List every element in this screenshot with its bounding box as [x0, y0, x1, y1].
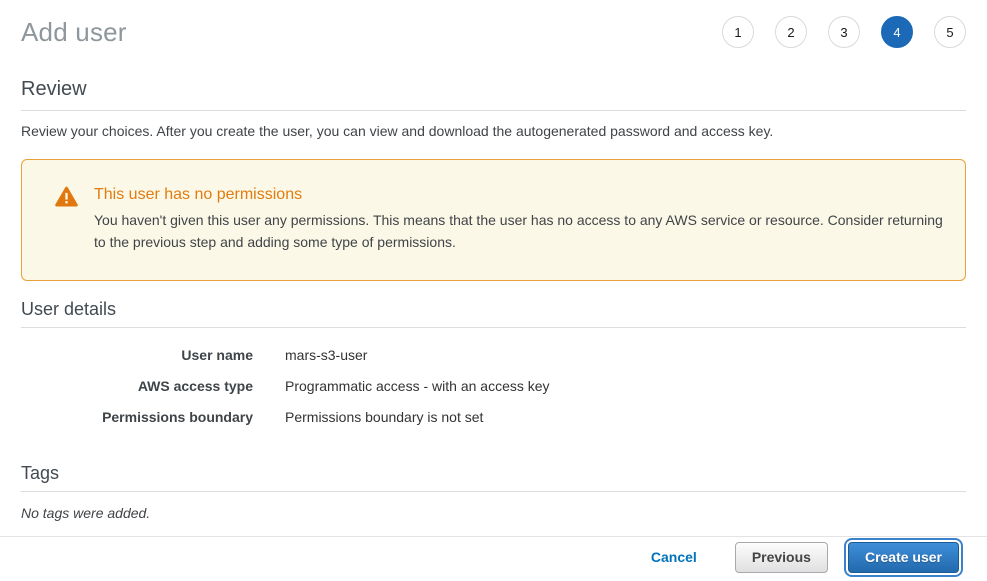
tags-empty-message: No tags were added.	[21, 505, 966, 521]
detail-value: mars-s3-user	[253, 347, 367, 364]
no-permissions-warning-box: This user has no permissions You haven't…	[21, 159, 966, 281]
create-user-button[interactable]: Create user	[848, 542, 959, 573]
page-title: Add user	[21, 17, 127, 48]
detail-label: User name	[21, 347, 253, 364]
detail-label: Permissions boundary	[21, 409, 253, 426]
review-description: Review your choices. After you create th…	[21, 121, 966, 141]
detail-value: Permissions boundary is not set	[253, 409, 483, 426]
step-circle-1[interactable]: 1	[722, 16, 754, 48]
detail-row-access-type: AWS access type Programmatic access - wi…	[21, 371, 966, 402]
detail-value: Programmatic access - with an access key	[253, 378, 550, 395]
step-circle-2[interactable]: 2	[775, 16, 807, 48]
user-details-table: User name mars-s3-user AWS access type P…	[21, 340, 966, 433]
warning-title: This user has no permissions	[94, 184, 944, 206]
detail-label: AWS access type	[21, 378, 253, 395]
step-circle-5[interactable]: 5	[934, 16, 966, 48]
step-circle-4-active[interactable]: 4	[881, 16, 913, 48]
detail-row-user-name: User name mars-s3-user	[21, 340, 966, 371]
step-indicator: 1 2 3 4 5	[722, 16, 966, 48]
review-heading: Review	[21, 78, 966, 111]
cancel-link[interactable]: Cancel	[651, 549, 697, 565]
wizard-header: Add user 1 2 3 4 5	[0, 0, 987, 48]
user-details-heading: User details	[21, 299, 966, 328]
wizard-footer: Cancel Previous Create user	[0, 536, 987, 581]
previous-button[interactable]: Previous	[735, 542, 828, 573]
warning-triangle-icon	[55, 186, 78, 212]
warning-body: You haven't given this user any permissi…	[94, 210, 944, 253]
step-circle-3[interactable]: 3	[828, 16, 860, 48]
detail-row-permissions-boundary: Permissions boundary Permissions boundar…	[21, 402, 966, 433]
tags-heading: Tags	[21, 463, 966, 492]
